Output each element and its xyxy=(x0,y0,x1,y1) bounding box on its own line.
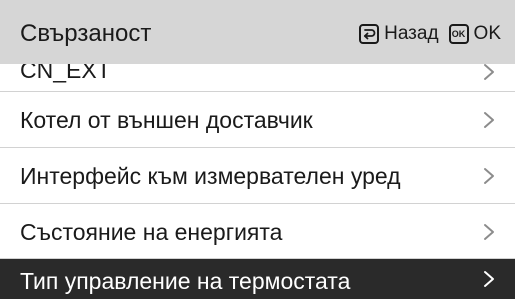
chevron-right-icon xyxy=(484,112,494,128)
ok-key-text: OK xyxy=(451,29,466,39)
menu-item-external-boiler[interactable]: Котел от външен доставчик xyxy=(0,92,515,148)
chevron-right-icon xyxy=(484,271,494,287)
screen-header: Свързаност Назад OK OK xyxy=(0,0,515,64)
header-actions: Назад OK OK xyxy=(359,21,501,47)
chevron-right-icon xyxy=(484,64,494,80)
ok-key-icon[interactable]: OK xyxy=(448,24,469,44)
settings-screen: CN_EXT Котел от външен доставчик Интерфе… xyxy=(0,0,515,299)
menu-item-meter-interface[interactable]: Интерфейс към измервателен уред xyxy=(0,148,515,204)
back-return-icon[interactable] xyxy=(359,24,380,44)
menu-item-label: Интерфейс към измервателен уред xyxy=(20,163,401,189)
menu-item-label: Тип управление на термостата xyxy=(20,268,351,294)
chevron-right-icon xyxy=(484,224,494,240)
menu-item-energy-state[interactable]: Състояние на енергията xyxy=(0,204,515,259)
chevron-right-icon xyxy=(484,168,494,184)
page-title: Свързаност xyxy=(20,20,152,47)
ok-button-label[interactable]: OK xyxy=(474,21,501,47)
menu-item-label: Състояние на енергията xyxy=(20,219,283,245)
back-button-label[interactable]: Назад xyxy=(384,21,438,47)
menu-item-thermostat-control-type[interactable]: Тип управление на термостата xyxy=(0,259,515,299)
menu-item-label: Котел от външен доставчик xyxy=(20,107,313,133)
